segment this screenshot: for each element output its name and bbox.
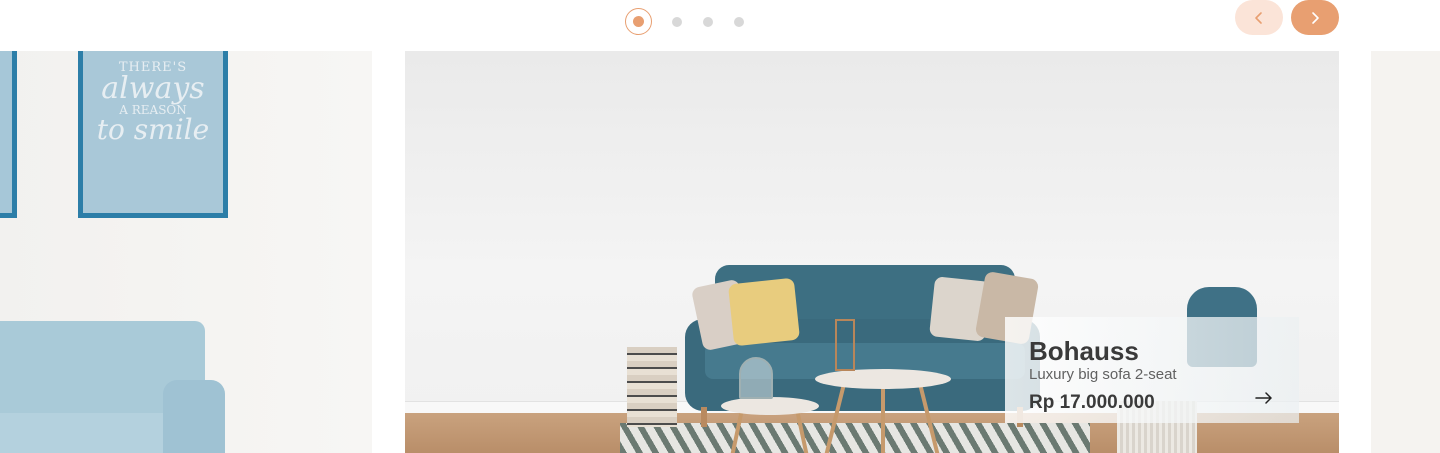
product-description: Luxury big sofa 2-seat: [1029, 366, 1177, 383]
chevron-left-icon: [1255, 11, 1262, 24]
product-card[interactable]: Bohauss Luxury big sofa 2-seat Rp 17.000…: [1005, 317, 1299, 423]
side-table: [721, 397, 819, 415]
glass-cloche: [739, 357, 773, 399]
wall-poster: THERE'S always A REASON to smile: [78, 51, 228, 218]
carousel-next-button[interactable]: [1291, 0, 1339, 35]
poster-text-line: always: [101, 71, 205, 106]
arrow-right-icon[interactable]: [1255, 391, 1273, 405]
slide-next-image[interactable]: [1371, 51, 1440, 453]
poster-text-line: to smile: [96, 113, 210, 146]
book-stack: [627, 347, 677, 427]
pagination-dot[interactable]: [672, 16, 682, 27]
pagination-dot-active[interactable]: [625, 8, 652, 35]
pagination-dot[interactable]: [734, 16, 744, 27]
candle-holder: [835, 319, 855, 371]
product-price: Rp 17.000.000: [1029, 392, 1155, 413]
rug: [620, 423, 1090, 453]
wall-frame: [0, 51, 17, 218]
pagination-dot[interactable]: [703, 16, 713, 27]
coffee-table: [815, 369, 951, 389]
chevron-right-icon: [1312, 11, 1319, 24]
pillow: [727, 277, 801, 347]
sofa-leg: [701, 407, 707, 427]
inspiration-carousel: THERE'S always A REASON to smile Bohauss…: [0, 0, 1440, 453]
couch-arm: [163, 380, 225, 453]
carousel-pagination: [625, 8, 765, 35]
couch-seat: [0, 413, 170, 453]
slide-previous-image[interactable]: THERE'S always A REASON to smile: [0, 51, 372, 453]
product-name: Bohauss: [1029, 336, 1139, 366]
carousel-prev-button[interactable]: [1235, 0, 1283, 35]
table-leg: [881, 385, 885, 453]
